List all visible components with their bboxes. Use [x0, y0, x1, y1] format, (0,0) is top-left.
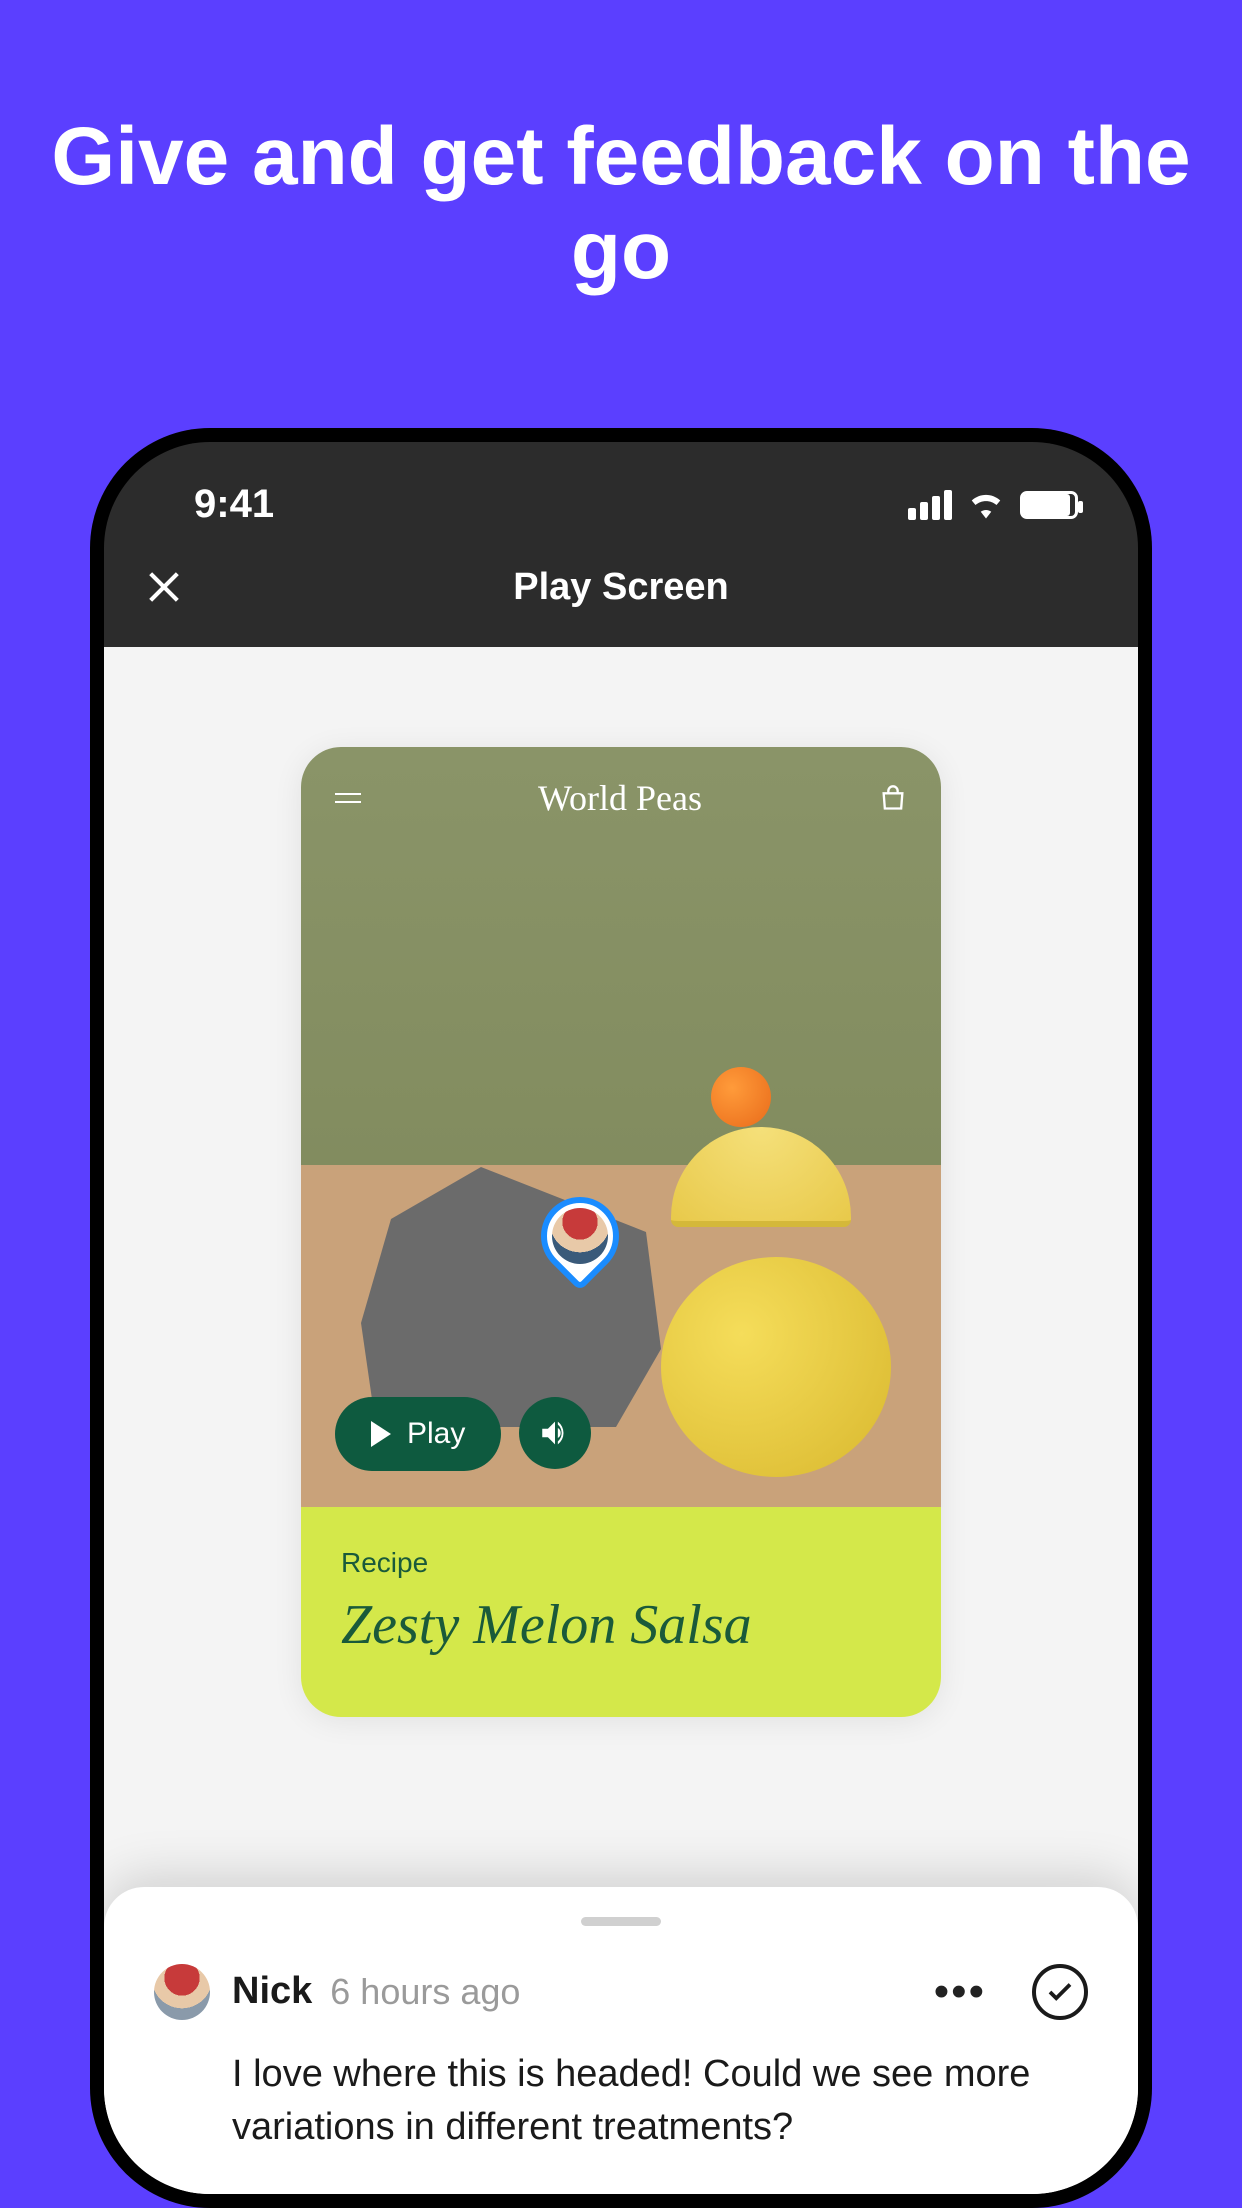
more-options-icon[interactable]: •••	[934, 1967, 986, 2017]
play-label: Play	[407, 1417, 465, 1451]
status-indicators	[908, 490, 1078, 520]
decorative-tomato	[711, 1067, 771, 1127]
hamburger-icon	[335, 793, 361, 803]
pin-avatar	[552, 1208, 608, 1264]
nav-bar: Play Screen	[104, 537, 1138, 647]
resolve-button[interactable]	[1032, 1964, 1088, 2020]
sheet-grabber[interactable]	[581, 1917, 661, 1926]
play-button[interactable]: Play	[335, 1397, 501, 1471]
promo-headline: Give and get feedback on the go	[0, 0, 1242, 299]
playback-controls: Play	[335, 1397, 591, 1471]
sound-button[interactable]	[519, 1397, 591, 1469]
shopping-bag-icon	[879, 784, 907, 812]
battery-icon	[1020, 491, 1078, 519]
decorative-lemon-slice	[671, 1127, 851, 1227]
mockup-header: World Peas	[301, 747, 941, 849]
comment-sheet[interactable]: Nick 6 hours ago ••• I love where this i…	[104, 1887, 1138, 2194]
play-icon	[371, 1421, 391, 1447]
mockup-hero: World Peas Play	[301, 747, 941, 1507]
author-avatar[interactable]	[154, 1964, 210, 2020]
status-time: 9:41	[164, 482, 274, 527]
speaker-icon	[538, 1416, 572, 1450]
phone-screen: 9:41 Play Screen World Peas	[104, 442, 1138, 2194]
design-canvas[interactable]: World Peas Play	[301, 747, 941, 1717]
mockup-recipe-section: Recipe Zesty Melon Salsa	[301, 1507, 941, 1717]
decorative-rock	[361, 1167, 661, 1427]
comment-body: I love where this is headed! Could we se…	[232, 2048, 1088, 2154]
status-bar: 9:41	[104, 442, 1138, 537]
wifi-icon	[968, 491, 1004, 519]
mockup-brand: World Peas	[538, 777, 702, 819]
check-icon	[1045, 1977, 1075, 2007]
close-icon[interactable]	[144, 567, 184, 607]
comment-timestamp: 6 hours ago	[330, 1971, 520, 2013]
recipe-label: Recipe	[341, 1547, 901, 1579]
cellular-icon	[908, 490, 952, 520]
comment-author: Nick	[232, 1970, 312, 2013]
phone-frame: 9:41 Play Screen World Peas	[90, 428, 1152, 2208]
navbar-title: Play Screen	[104, 566, 1138, 609]
decorative-lemon	[661, 1257, 891, 1477]
recipe-title: Zesty Melon Salsa	[341, 1593, 901, 1657]
comment: Nick 6 hours ago ••• I love where this i…	[154, 1964, 1088, 2154]
